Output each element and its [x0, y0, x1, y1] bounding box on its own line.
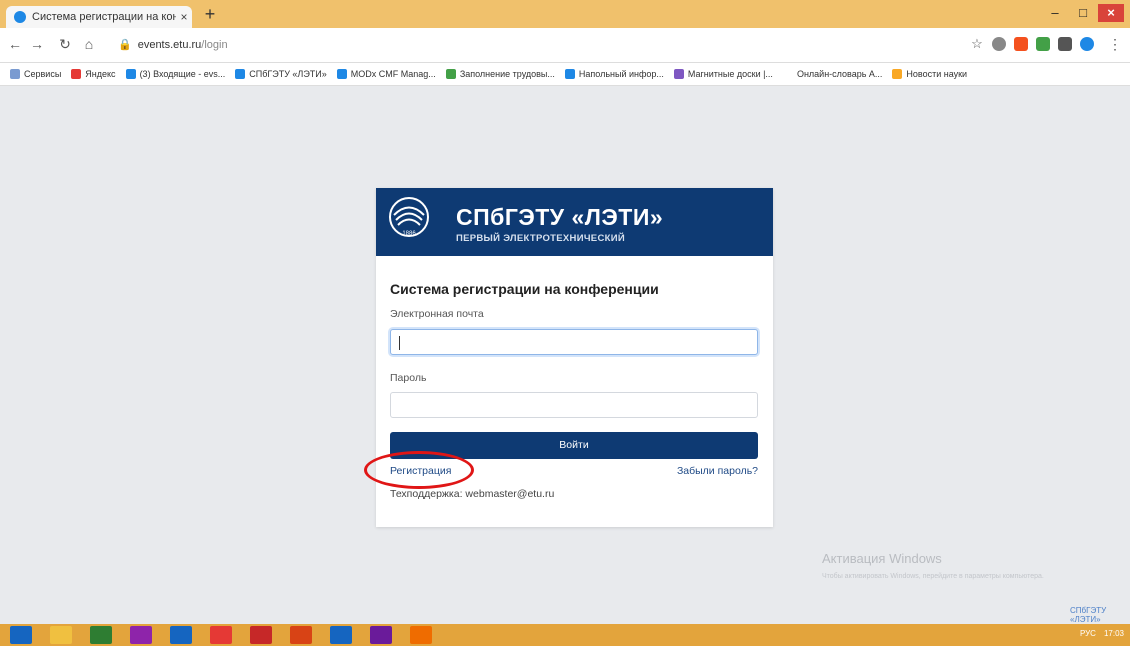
maximize-button[interactable]: □ [1070, 4, 1096, 22]
app-icon[interactable] [370, 626, 392, 644]
windows-taskbar: РУС 17:03 [0, 624, 1130, 646]
password-label: Пароль [390, 372, 427, 384]
bookmark-favicon-icon [892, 69, 903, 79]
bookmark-label: Напольный инфор... [578, 69, 664, 79]
extension-icon[interactable] [1036, 37, 1050, 51]
bookmark-favicon-icon [445, 69, 456, 79]
bookmarks-bar: Сервисы Яндекс (3) Входящие - evs... СПбГЭТ… [0, 63, 1130, 86]
highlight-circle [364, 451, 474, 489]
menu-dots-icon[interactable]: ⋮ [1106, 36, 1124, 53]
extensions-puzzle-icon[interactable] [1058, 37, 1072, 51]
university-subtitle: ПЕРВЫЙ ЭЛЕКТРОТЕХНИЧЕСКИЙ [456, 233, 625, 244]
tab-close-icon[interactable]: × [176, 10, 192, 24]
support-contact: Техподдержка: webmaster@etu.ru [390, 488, 555, 500]
forgot-password-link[interactable]: Забыли пароль? [677, 465, 758, 477]
app-icon[interactable] [90, 626, 112, 644]
lock-icon: 🔒 [118, 39, 132, 51]
bookmark-item[interactable]: Сервисы [10, 69, 61, 79]
windows-activation-title: Активация Windows [822, 551, 942, 566]
windows-start-icon[interactable] [10, 626, 32, 644]
bookmark-label: СПбГЭТУ «ЛЭТИ» [249, 69, 327, 79]
password-input[interactable] [390, 392, 758, 418]
university-header: 1886 СПбГЭТУ «ЛЭТИ» ПЕРВЫЙ ЭЛЕКТРОТЕХНИЧ… [376, 188, 773, 256]
bookmark-item[interactable]: Заполнение трудовы... [445, 69, 555, 79]
bookmark-item[interactable]: Магнитные доски |... [673, 69, 773, 79]
acrobat-icon[interactable] [250, 626, 272, 644]
windows-activation-text: Чтобы активировать Windows, перейдите в … [822, 573, 1044, 580]
bookmark-favicon-icon [235, 69, 246, 79]
bookmark-label: Новости науки [906, 69, 968, 79]
bookmark-star-icon[interactable]: ☆ [968, 36, 986, 52]
close-window-button[interactable]: × [1098, 4, 1124, 22]
email-label: Электронная почта [390, 308, 484, 320]
bookmark-favicon-icon [336, 69, 347, 79]
forward-icon[interactable]: → [28, 36, 46, 52]
bookmark-label: Яндекс [85, 69, 116, 79]
bookmark-item[interactable]: Напольный инфор... [564, 69, 664, 79]
url-path: /login [201, 39, 228, 51]
firefox-icon[interactable] [410, 626, 432, 644]
profile-avatar[interactable] [1080, 37, 1094, 51]
bookmark-favicon-icon [71, 69, 82, 79]
extension-icon[interactable] [1014, 37, 1028, 51]
bookmark-label: Магнитные доски |... [687, 69, 773, 79]
bookmark-item[interactable]: Новости науки [892, 69, 967, 79]
bookmark-label: MODx CMF Manag... [350, 69, 436, 79]
bookmark-favicon-icon [782, 69, 793, 79]
bookmark-label: (3) Входящие - evs... [139, 69, 226, 79]
app-icon[interactable] [130, 626, 152, 644]
tab-title: Система регистрации на конф [32, 11, 176, 23]
bookmark-item[interactable]: Яндекс [71, 69, 116, 79]
chrome-icon[interactable] [210, 626, 232, 644]
file-explorer-icon[interactable] [50, 626, 72, 644]
bookmark-favicon-icon [10, 69, 20, 79]
address-bar[interactable]: 🔒 events.etu.ru/login [118, 38, 228, 51]
reload-icon[interactable]: ↻ [56, 36, 74, 53]
bookmark-favicon-icon [564, 69, 575, 79]
powerpoint-icon[interactable] [290, 626, 312, 644]
url-domain: events.etu.ru [137, 39, 202, 51]
email-input[interactable] [390, 329, 758, 355]
bookmark-item[interactable]: (3) Входящие - evs... [125, 69, 226, 79]
bookmark-label: Заполнение трудовы... [459, 69, 555, 79]
university-emblem-icon: 1886 [389, 197, 429, 237]
bookmark-label: Онлайн-словарь А... [796, 69, 883, 79]
extension-icon[interactable] [992, 37, 1006, 51]
bookmark-label: Сервисы [24, 69, 62, 79]
word-icon[interactable] [330, 626, 352, 644]
tray-clock[interactable]: 17:03 [1104, 629, 1124, 638]
site-favicon-icon [14, 11, 26, 23]
corner-link[interactable]: СПбГЭТУ «ЛЭТИ» [1070, 606, 1130, 624]
new-tab-button[interactable]: + [200, 5, 220, 24]
system-tray: РУС 17:03 [1080, 629, 1124, 638]
bookmark-item[interactable]: MODx CMF Manag... [336, 69, 436, 79]
bookmark-item[interactable]: Онлайн-словарь А... [782, 69, 883, 79]
home-icon[interactable]: ⌂ [80, 36, 98, 52]
bookmark-favicon-icon [125, 69, 136, 79]
tray-language[interactable]: РУС [1080, 629, 1096, 638]
bookmark-item[interactable]: СПбГЭТУ «ЛЭТИ» [235, 69, 327, 79]
app-icon[interactable] [170, 626, 192, 644]
form-title: Система регистрации на конференции [390, 281, 659, 297]
emblem-year: 1886 [402, 231, 416, 237]
window-title-bar: Система регистрации на конф × + – □ × [0, 0, 1130, 28]
browser-toolbar: ← → ↻ ⌂ 🔒 events.etu.ru/login ☆ ⋮ [0, 28, 1130, 63]
browser-tab[interactable]: Система регистрации на конф × [6, 6, 192, 28]
text-cursor [399, 336, 400, 350]
back-icon[interactable]: ← [6, 36, 24, 52]
university-name: СПбГЭТУ «ЛЭТИ» [456, 204, 664, 230]
bookmark-favicon-icon [673, 69, 684, 79]
minimize-button[interactable]: – [1042, 4, 1068, 22]
